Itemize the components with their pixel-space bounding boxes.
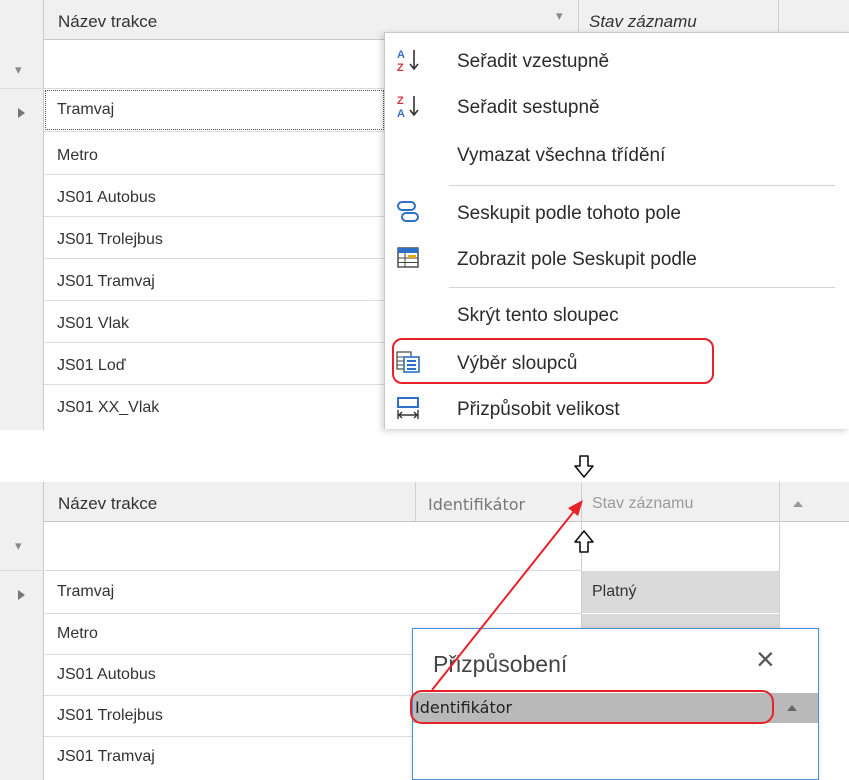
menu-item-label: Skrýt tento sloupec (457, 305, 619, 326)
scroll-up-icon[interactable] (787, 705, 797, 711)
row-cell-name[interactable]: JS01 Autobus (57, 189, 156, 207)
row-cell-name[interactable]: Tramvaj (57, 583, 114, 601)
row-border (44, 300, 384, 301)
filter-row-icon: ▾ (15, 62, 22, 77)
menu-item-sort-ascending[interactable]: A Z Seřadit vzestupně (385, 37, 849, 85)
row-border (44, 384, 384, 385)
column-header-nazev-trakce[interactable]: Název trakce (58, 12, 157, 32)
menu-item-label: Zobrazit pole Seskupit podle (457, 249, 697, 270)
menu-item-label: Seřadit sestupně (457, 97, 600, 118)
menu-item-label: Seřadit vzestupně (457, 51, 610, 72)
row-cell-name[interactable]: Metro (57, 147, 98, 165)
column-header-stav-zaznamu[interactable]: Stav záznamu (592, 495, 693, 513)
header-divider (415, 482, 416, 522)
header-divider (779, 482, 780, 522)
menu-item-show-group-panel[interactable]: Zobrazit pole Seskupit podle (385, 235, 849, 283)
row-cell-status[interactable]: Platný (592, 583, 636, 601)
row-border (44, 131, 384, 132)
column-header-nazev-trakce[interactable]: Název trakce (58, 494, 157, 514)
highlight-column-chooser (392, 338, 714, 384)
filter-row-icon: ▾ (15, 538, 22, 553)
svg-text:Z: Z (397, 62, 404, 73)
svg-text:A: A (397, 108, 405, 119)
drop-arrow-down-icon (573, 454, 595, 480)
row-cell-name[interactable]: JS01 XX_Vlak (57, 399, 159, 417)
drop-arrow-up-icon (573, 529, 595, 555)
row-cell-name[interactable]: Tramvaj (57, 101, 114, 119)
menu-separator (449, 287, 835, 288)
menu-item-clear-sorting[interactable]: Vymazat všechna třídění (385, 131, 849, 179)
row-cell-name[interactable]: JS01 Tramvaj (57, 748, 155, 766)
row-cell-name[interactable]: JS01 Tramvaj (57, 273, 155, 291)
row-cell-name[interactable]: JS01 Vlak (57, 315, 129, 333)
bottom-grid-row-indicator-column (0, 482, 44, 780)
sort-ascending-icon: A Z (395, 47, 421, 74)
menu-item-best-fit[interactable]: Přizpůsobit velikost (385, 385, 849, 433)
row-border (44, 736, 412, 737)
menu-item-label: Přizpůsobit velikost (457, 399, 620, 420)
focused-row-indicator-icon (18, 108, 25, 118)
grid-header-background (817, 482, 849, 522)
status-cell-background (582, 614, 779, 628)
row-border (44, 216, 384, 217)
row-cell-name[interactable]: JS01 Loď (57, 357, 126, 375)
column-divider (779, 522, 780, 628)
row-border (44, 613, 582, 614)
row-cell-name[interactable]: JS01 Trolejbus (57, 707, 163, 725)
column-header-stav-zaznamu[interactable]: Stav záznamu (589, 12, 697, 32)
filter-row-border (0, 570, 582, 571)
show-group-box-icon (395, 245, 421, 271)
header-divider (581, 482, 582, 522)
menu-separator (449, 185, 835, 186)
highlight-identifikator-item (410, 690, 774, 724)
focused-row-indicator-icon (18, 590, 25, 600)
menu-item-sort-descending[interactable]: Z A Seřadit sestupně (385, 83, 849, 131)
menu-item-label: Vymazat všechna třídění (457, 145, 666, 166)
best-fit-icon (395, 395, 421, 421)
row-cell-name[interactable]: JS01 Autobus (57, 666, 156, 684)
group-by-field-icon (395, 199, 421, 225)
row-border (44, 654, 412, 655)
row-border (44, 695, 412, 696)
close-icon[interactable]: × (756, 643, 775, 675)
column-header-identifikator[interactable]: Identifikátor (428, 495, 525, 514)
row-border (44, 342, 384, 343)
row-cell-name[interactable]: Metro (57, 625, 98, 643)
svg-text:A: A (397, 49, 405, 61)
svg-text:Z: Z (397, 95, 404, 107)
sort-up-icon[interactable] (793, 501, 803, 507)
row-border (44, 258, 384, 259)
menu-item-label: Seskupit podle tohoto pole (457, 203, 681, 224)
sort-descending-icon: Z A (395, 93, 421, 120)
menu-item-hide-column[interactable]: Skrýt tento sloupec (385, 291, 849, 339)
dialog-title: Přizpůsobení (433, 651, 568, 677)
row-cell-name[interactable]: JS01 Trolejbus (57, 231, 163, 249)
menu-item-group-by-field[interactable]: Seskupit podle tohoto pole (385, 189, 849, 237)
row-border (44, 174, 384, 175)
column-filter-icon[interactable]: ▾ (556, 8, 570, 24)
